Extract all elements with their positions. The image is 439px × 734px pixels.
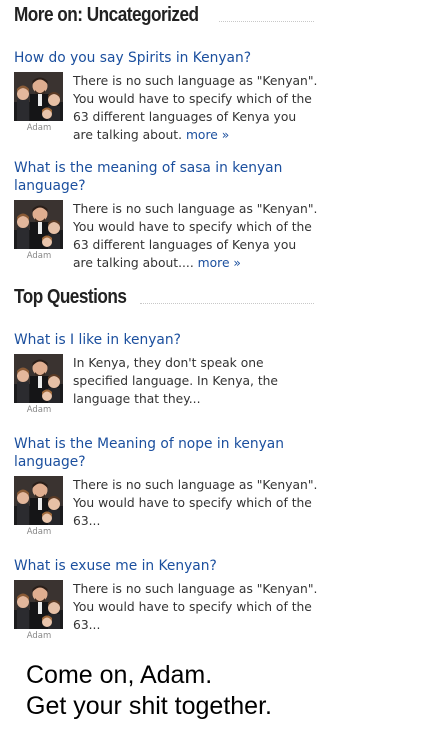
- answer-snippet: There is no such language as "Kenyan". Y…: [73, 72, 318, 144]
- author-name[interactable]: Adam: [14, 123, 64, 133]
- author-avatar[interactable]: Adam: [14, 476, 64, 537]
- caption-line-1: Come on, Adam.: [26, 661, 213, 689]
- avatar-photo[interactable]: [14, 476, 63, 525]
- author-name[interactable]: Adam: [14, 631, 64, 641]
- answer-block: Adam There is no such language as "Kenya…: [14, 200, 317, 280]
- answer-snippet: There is no such language as "Kenyan". Y…: [73, 476, 318, 530]
- answer-text: There is no such language as "Kenyan". Y…: [73, 202, 318, 270]
- answer-block: Adam There is no such language as "Kenya…: [14, 476, 317, 556]
- author-avatar[interactable]: Adam: [14, 354, 64, 415]
- section-header-uncategorized: More on: Uncategorized: [14, 4, 314, 30]
- answer-text: In Kenya, they don't speak one specified…: [73, 356, 278, 406]
- section-title-top-questions: Top Questions: [14, 286, 127, 308]
- question-link[interactable]: What is the Meaning of nope in kenyan la…: [14, 435, 314, 471]
- more-link[interactable]: more »: [186, 128, 229, 142]
- author-name[interactable]: Adam: [14, 527, 64, 537]
- author-avatar[interactable]: Adam: [14, 200, 64, 261]
- avatar-photo[interactable]: [14, 72, 63, 121]
- question-card-4: What is the Meaning of nope in kenyan la…: [14, 435, 317, 556]
- section-divider: [219, 21, 314, 22]
- answer-snippet: There is no such language as "Kenyan". Y…: [73, 580, 318, 634]
- answer-text: There is no such language as "Kenyan". Y…: [73, 582, 318, 632]
- answer-snippet: There is no such language as "Kenyan". Y…: [73, 200, 318, 272]
- question-link[interactable]: What is I like in kenyan?: [14, 331, 314, 349]
- page: { "sections": { "uncategorized": { "titl…: [0, 0, 439, 734]
- meme-caption: Come on, Adam. Get your shit together.: [26, 660, 272, 722]
- answer-snippet: In Kenya, they don't speak one specified…: [73, 354, 318, 408]
- author-name[interactable]: Adam: [14, 405, 64, 415]
- question-link[interactable]: How do you say Spirits in Kenyan?: [14, 49, 314, 67]
- answer-block: Adam In Kenya, they don't speak one spec…: [14, 354, 314, 434]
- question-card-5: What is exuse me in Kenyan? Adam There i…: [14, 557, 317, 660]
- avatar-photo[interactable]: [14, 354, 63, 403]
- more-link[interactable]: more »: [198, 256, 241, 270]
- avatar-photo[interactable]: [14, 200, 63, 249]
- section-divider: [140, 303, 314, 304]
- author-avatar[interactable]: Adam: [14, 580, 64, 641]
- answer-text: There is no such language as "Kenyan". Y…: [73, 478, 318, 528]
- question-link[interactable]: What is exuse me in Kenyan?: [14, 557, 314, 575]
- section-header-top-questions: Top Questions: [14, 286, 314, 312]
- question-card-3: What is I like in kenyan? Adam In Kenya,…: [14, 331, 314, 434]
- answer-block: Adam There is no such language as "Kenya…: [14, 72, 317, 152]
- caption-line-2: Get your shit together.: [26, 692, 272, 720]
- question-card-2: What is the meaning of sasa in kenyan la…: [14, 159, 317, 280]
- avatar-photo[interactable]: [14, 580, 63, 629]
- section-title-uncategorized: More on: Uncategorized: [14, 4, 199, 26]
- author-avatar[interactable]: Adam: [14, 72, 64, 133]
- question-card-1: How do you say Spirits in Kenyan? Adam T…: [14, 49, 317, 152]
- author-name[interactable]: Adam: [14, 251, 64, 261]
- question-link[interactable]: What is the meaning of sasa in kenyan la…: [14, 159, 314, 195]
- answer-block: Adam There is no such language as "Kenya…: [14, 580, 317, 660]
